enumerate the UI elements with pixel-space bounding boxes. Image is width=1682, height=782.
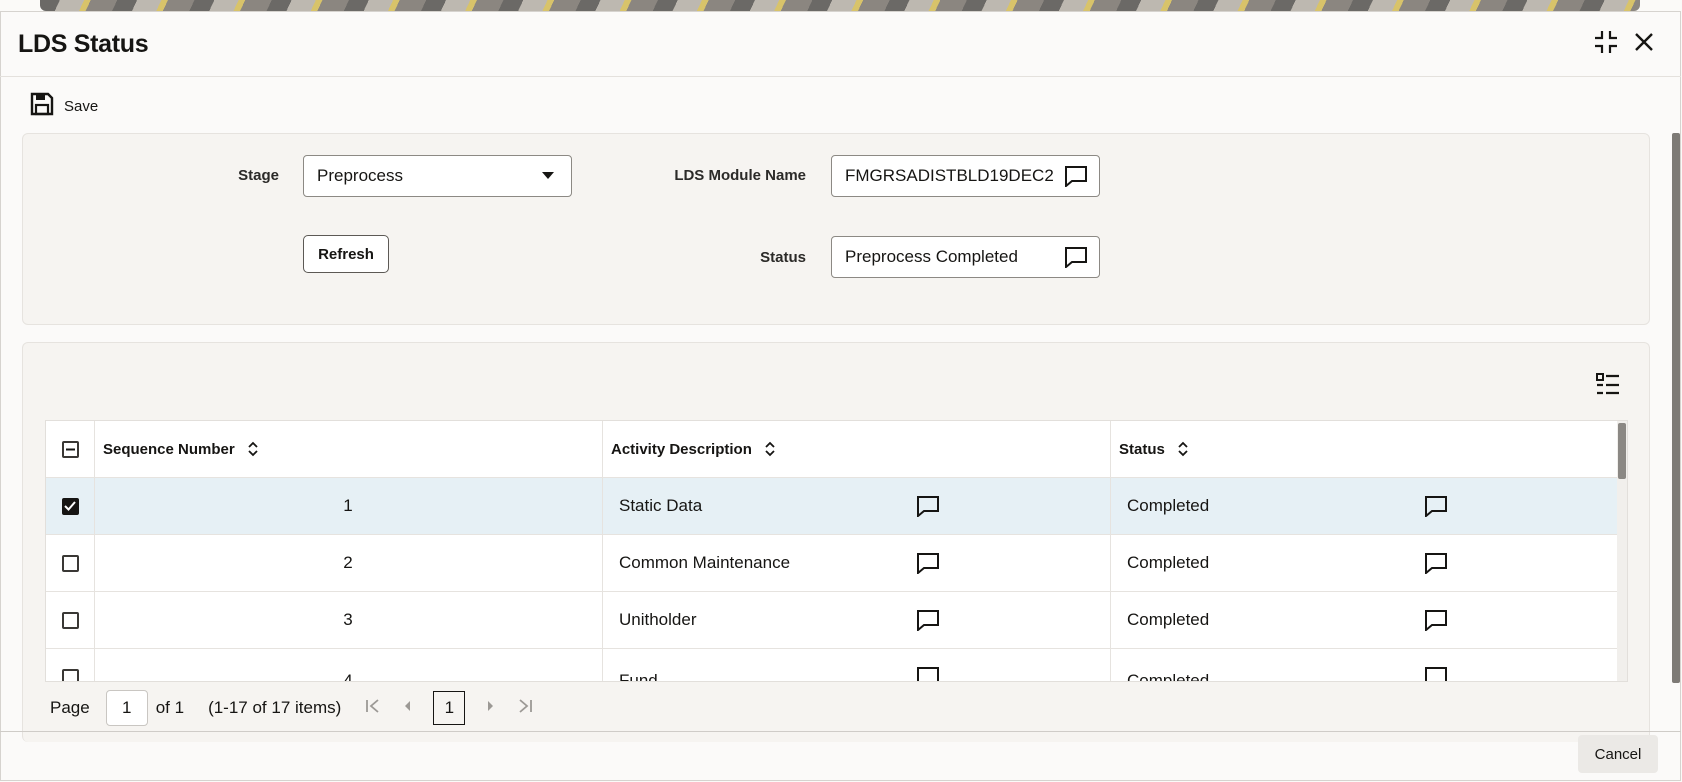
page-number-input[interactable]: 1 — [105, 690, 148, 726]
comment-icon[interactable] — [1424, 592, 1464, 648]
comment-icon[interactable] — [1053, 165, 1099, 187]
comment-icon[interactable] — [1424, 478, 1464, 534]
sequence-cell: 1 — [343, 496, 353, 515]
header-divider — [0, 76, 1681, 77]
row-checkbox[interactable] — [46, 649, 94, 681]
close-icon[interactable] — [1630, 28, 1658, 56]
row-checkbox[interactable] — [46, 478, 94, 534]
sequence-cell: 2 — [343, 553, 353, 572]
module-name-value: FMGRSADISTBLD19DEC22 — [845, 166, 1053, 185]
chevron-down-icon — [525, 171, 571, 181]
page-count: of 1 — [155, 698, 185, 717]
minimize-icon[interactable] — [1592, 28, 1620, 56]
sequence-cell: 4 — [343, 671, 353, 682]
page-label: Page — [50, 698, 90, 717]
stage-label: Stage — [238, 167, 279, 184]
current-page[interactable]: 1 — [433, 691, 466, 725]
table-row[interactable]: 1 Static Data Completed — [46, 478, 1619, 535]
comment-icon[interactable] — [1053, 246, 1099, 268]
next-page-icon[interactable] — [485, 698, 497, 718]
module-name-field[interactable]: FMGRSADISTBLD19DEC22 — [831, 155, 1100, 197]
activity-cell: Unitholder — [619, 610, 697, 629]
table-scrollbar[interactable] — [1617, 421, 1627, 681]
stage-value: Preprocess — [317, 166, 403, 185]
row-checkbox[interactable] — [46, 535, 94, 591]
sort-icon — [765, 441, 775, 457]
comment-icon[interactable] — [916, 649, 956, 681]
activity-table: Sequence Number Activity Description Sta… — [45, 420, 1628, 682]
cancel-button[interactable]: Cancel — [1578, 735, 1658, 773]
status-cell: Completed — [1127, 496, 1210, 515]
comment-icon[interactable] — [1424, 649, 1464, 681]
column-header-activity[interactable]: Activity Description — [611, 421, 1111, 477]
save-button[interactable]: Save — [30, 92, 98, 121]
table-header: Sequence Number Activity Description Sta… — [46, 421, 1619, 478]
status-cell: Completed — [1127, 553, 1210, 572]
activity-cell: Fund — [619, 671, 658, 682]
stage-select[interactable]: Preprocess — [303, 155, 572, 197]
column-header-status[interactable]: Status — [1119, 421, 1599, 477]
save-label: Save — [64, 98, 99, 115]
status-value: Preprocess Completed — [845, 247, 1018, 266]
table-row[interactable]: 2 Common Maintenance Completed — [46, 535, 1619, 592]
sort-icon — [248, 441, 258, 457]
sequence-cell: 3 — [343, 610, 353, 629]
comment-icon[interactable] — [916, 478, 956, 534]
sort-icon — [1178, 441, 1188, 457]
status-cell: Completed — [1127, 610, 1210, 629]
footer-divider — [0, 731, 1681, 732]
status-cell: Completed — [1127, 671, 1210, 682]
previous-page-icon[interactable] — [401, 698, 413, 718]
comment-icon[interactable] — [916, 535, 956, 591]
page-title: LDS Status — [18, 30, 149, 58]
items-range: (1-17 of 17 items) — [208, 698, 342, 717]
pagination: Page 1 of 1 (1-17 of 17 items) 1 — [50, 690, 543, 726]
status-field[interactable]: Preprocess Completed — [831, 236, 1100, 278]
select-all-checkbox[interactable] — [46, 421, 94, 477]
scrollbar-thumb[interactable] — [1618, 423, 1626, 479]
status-label: Status — [760, 249, 806, 266]
table-row[interactable]: 4 Fund Completed — [46, 649, 1619, 682]
activity-cell: Static Data — [619, 496, 703, 515]
last-page-icon[interactable] — [517, 698, 533, 718]
comment-icon[interactable] — [916, 592, 956, 648]
activity-cell: Common Maintenance — [619, 553, 791, 572]
comment-icon[interactable] — [1424, 535, 1464, 591]
column-list-icon[interactable] — [1596, 373, 1620, 400]
table-row[interactable]: 3 Unitholder Completed — [46, 592, 1619, 649]
banner-strip — [40, 0, 1640, 11]
module-name-label: LDS Module Name — [674, 167, 806, 184]
save-icon — [30, 92, 54, 121]
row-checkbox[interactable] — [46, 592, 94, 648]
refresh-button[interactable]: Refresh — [303, 235, 389, 273]
first-page-icon[interactable] — [365, 698, 381, 718]
column-header-sequence[interactable]: Sequence Number — [103, 421, 603, 477]
page-scrollbar[interactable] — [1672, 133, 1680, 683]
